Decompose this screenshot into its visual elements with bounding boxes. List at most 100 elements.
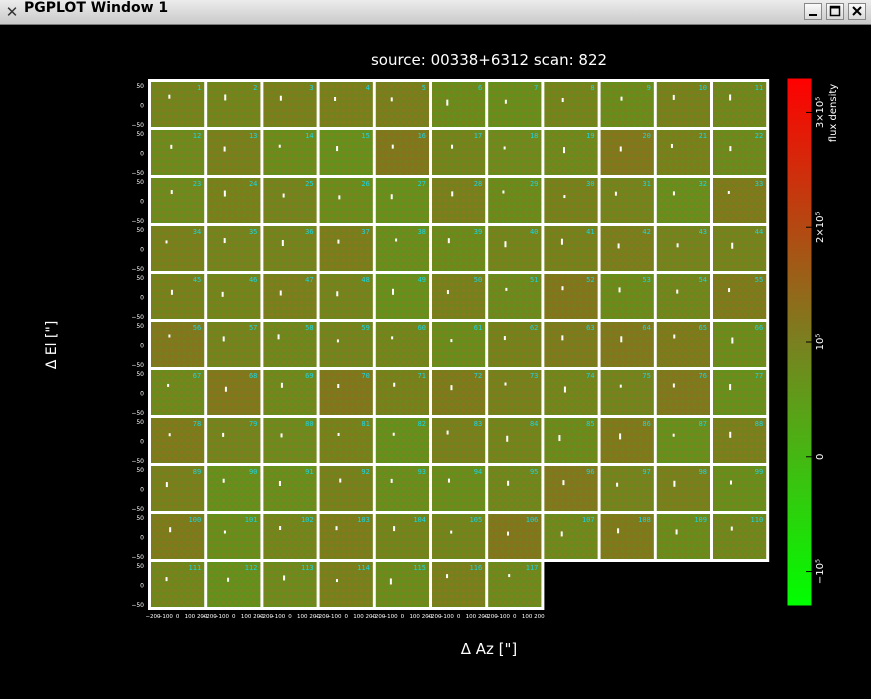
map-panel: 73 — [488, 370, 542, 415]
map-panel: 86 — [600, 418, 654, 463]
source-peak — [335, 579, 338, 583]
pgplot-window: ✕ PGPLOT Window 1 source: 00338+6312 sca… — [0, 0, 871, 699]
panel-x-tick-label: 0 — [232, 614, 236, 620]
map-panel: 76 — [656, 370, 710, 415]
source-peak — [673, 480, 676, 487]
source-peak — [620, 336, 623, 343]
panel-number-label: 74 — [586, 372, 594, 380]
source-peak — [168, 433, 171, 437]
map-panel: 44 — [713, 226, 767, 271]
panel-number-label: 71 — [418, 372, 426, 380]
panel-y-tick-label: 0 — [140, 151, 144, 158]
panel-y-tick-label: 0 — [140, 343, 144, 350]
panel-number-label: 13 — [249, 132, 257, 140]
map-panel: 53 — [600, 274, 654, 319]
panel-y-tick-label: 0 — [140, 583, 144, 590]
source-peak — [451, 144, 454, 149]
source-peak — [389, 578, 392, 585]
source-peak — [446, 290, 449, 295]
map-panel: 102 — [263, 514, 317, 559]
map-panel: 67 — [151, 370, 205, 415]
source-peak — [617, 243, 620, 249]
panel-x-tick-label: 100 — [353, 614, 364, 620]
title-bar[interactable]: ✕ PGPLOT Window 1 — [0, 0, 871, 25]
source-peak — [391, 336, 394, 340]
map-panel: 117 — [488, 562, 542, 607]
panel-number-label: 59 — [361, 324, 369, 332]
panel-number-label: 97 — [642, 468, 650, 476]
panel-number-label: 54 — [699, 276, 707, 284]
panel-number-label: 106 — [526, 516, 539, 524]
map-panel: 31 — [600, 178, 654, 223]
source-peak — [223, 190, 226, 197]
source-peak — [279, 290, 282, 296]
map-panel: 56 — [151, 322, 205, 367]
map-panel: 9 — [600, 82, 654, 127]
close-button[interactable] — [848, 3, 866, 20]
source-peak — [619, 384, 622, 388]
panel-y-tick-label: 0 — [140, 439, 144, 446]
panel-number-label: 2 — [253, 84, 257, 92]
panel-x-tick-label: 100 — [185, 614, 196, 620]
source-peak — [730, 526, 733, 531]
panel-x-tick-label: −100 — [158, 614, 174, 620]
source-peak — [283, 575, 286, 581]
maximize-button[interactable] — [826, 3, 844, 20]
panel-y-tick-label: 50 — [136, 83, 144, 90]
source-peak — [563, 195, 566, 199]
source-peak — [451, 191, 454, 197]
panel-number-label: 18 — [530, 132, 538, 140]
panel-y-tick-label: 0 — [140, 103, 144, 110]
map-panel: 29 — [488, 178, 542, 223]
map-panel: 27 — [375, 178, 429, 223]
x-axis-label: Δ Az ["] — [461, 640, 518, 658]
source-peak — [390, 478, 393, 483]
map-panel: 62 — [488, 322, 542, 367]
panel-number-label: 94 — [474, 468, 482, 476]
source-peak — [560, 238, 563, 245]
panel-number-label: 99 — [755, 468, 763, 476]
map-panel: 64 — [600, 322, 654, 367]
panel-number-label: 102 — [301, 516, 314, 524]
panel-number-label: 75 — [642, 372, 650, 380]
source-peak — [560, 531, 563, 537]
source-peak — [336, 291, 339, 297]
panel-number-label: 72 — [474, 372, 482, 380]
map-panel: 63 — [544, 322, 598, 367]
map-panel: 34 — [151, 226, 205, 271]
source-peak — [450, 339, 453, 343]
panel-number-label: 103 — [357, 516, 370, 524]
source-peak — [729, 146, 732, 152]
map-panel: 35 — [207, 226, 261, 271]
panel-y-tick-label: 50 — [136, 515, 144, 522]
panel-x-tick-label: −100 — [383, 614, 399, 620]
panel-number-label: 64 — [642, 324, 650, 332]
minimize-button[interactable] — [804, 3, 822, 20]
source-peak — [277, 334, 280, 340]
source-peak — [729, 94, 732, 101]
source-peak — [620, 96, 623, 101]
panel-number-label: 73 — [530, 372, 538, 380]
colorbar-tick-label: 10⁵ — [815, 334, 826, 351]
map-panel: 12 — [151, 130, 205, 175]
source-peak — [729, 431, 732, 438]
map-panel: 112 — [207, 562, 261, 607]
map-panel: 38 — [375, 226, 429, 271]
map-panel: 5 — [375, 82, 429, 127]
map-panel: 25 — [263, 178, 317, 223]
source-peak — [168, 334, 171, 338]
panel-x-tick-label: 0 — [457, 614, 461, 620]
map-panel: 6 — [432, 82, 486, 127]
panel-number-label: 76 — [699, 372, 707, 380]
panel-number-label: 101 — [245, 516, 258, 524]
panel-number-label: 115 — [413, 564, 426, 572]
panel-number-label: 113 — [301, 564, 314, 572]
app-close-x-icon[interactable]: ✕ — [4, 3, 20, 21]
source-peak — [506, 435, 509, 442]
source-peak — [672, 433, 675, 437]
panel-number-label: 8 — [590, 84, 594, 92]
map-panel: 101 — [207, 514, 261, 559]
map-panel: 50 — [432, 274, 486, 319]
map-panel: 75 — [600, 370, 654, 415]
map-panel: 21 — [656, 130, 710, 175]
